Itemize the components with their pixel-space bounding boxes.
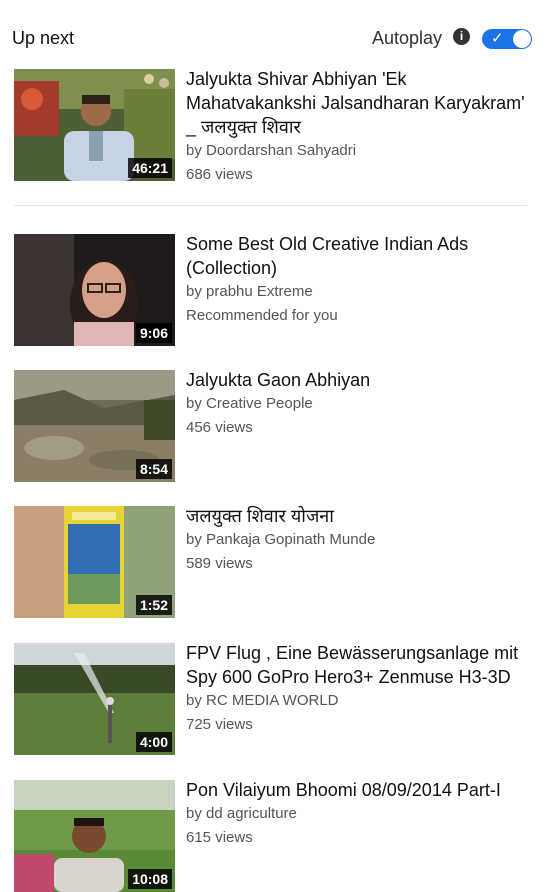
video-title[interactable]: Some Best Old Creative Indian Ads (Colle… <box>186 232 536 280</box>
video-thumbnail[interactable]: 46:21 <box>14 69 175 181</box>
video-channel[interactable]: by prabhu Extreme <box>186 280 536 304</box>
video-views: 456 views <box>186 419 253 436</box>
video-views: 615 views <box>186 829 253 846</box>
video-thumbnail[interactable]: 1:52 <box>14 506 175 618</box>
video-item-1[interactable]: 46:21 Jalyukta Shivar Abhiyan 'Ek Mahatv… <box>14 69 534 183</box>
up-next-header: Up next Autoplay i ✓ <box>0 0 547 70</box>
autoplay-label: Autoplay <box>372 28 443 48</box>
info-icon[interactable]: i <box>453 28 470 45</box>
video-title[interactable]: Jalyukta Gaon Abhiyan <box>186 368 536 392</box>
video-meta: जलयुक्त शिवार योजना by Pankaja Gopinath … <box>186 506 536 576</box>
video-views: 589 views <box>186 555 253 572</box>
up-next-heading: Up next <box>12 28 75 48</box>
video-duration: 1:52 <box>135 595 172 615</box>
autoplay-toggle[interactable]: ✓ <box>482 29 532 49</box>
video-duration: 10:08 <box>128 869 172 889</box>
video-meta: Pon Vilaiyum Bhoomi 08/09/2014 Part-I by… <box>186 780 536 850</box>
video-meta: Jalyukta Gaon Abhiyan by Creative People… <box>186 370 536 440</box>
toggle-knob <box>513 30 531 48</box>
video-meta: Jalyukta Shivar Abhiyan 'Ek Mahatvakanks… <box>186 69 536 187</box>
video-views: Recommended for you <box>186 307 338 324</box>
video-duration: 46:21 <box>128 158 172 178</box>
check-icon: ✓ <box>491 30 504 47</box>
video-thumbnail[interactable]: 8:54 <box>14 370 175 482</box>
video-thumbnail[interactable]: 10:08 <box>14 780 175 892</box>
video-item-2[interactable]: 9:06 Some Best Old Creative Indian Ads (… <box>14 234 534 346</box>
video-channel[interactable]: by Creative People <box>186 392 536 416</box>
video-channel[interactable]: by Pankaja Gopinath Munde <box>186 528 536 552</box>
video-channel[interactable]: by Doordarshan Sahyadri <box>186 139 536 163</box>
video-item-5[interactable]: 4:00 FPV Flug , Eine Bewässerungsanlage … <box>14 643 534 755</box>
video-title[interactable]: जलयुक्त शिवार योजना <box>186 504 536 528</box>
video-item-4[interactable]: 1:52 जलयुक्त शिवार योजना by Pankaja Gopi… <box>14 506 534 618</box>
video-channel[interactable]: by RC MEDIA WORLD <box>186 689 536 713</box>
video-views: 686 views <box>186 166 253 183</box>
video-meta: Some Best Old Creative Indian Ads (Colle… <box>186 234 536 328</box>
video-thumbnail[interactable]: 9:06 <box>14 234 175 346</box>
video-duration: 4:00 <box>135 732 172 752</box>
section-divider <box>14 205 527 206</box>
video-meta: FPV Flug , Eine Bewässerungsanlage mit S… <box>186 643 536 737</box>
video-title[interactable]: Jalyukta Shivar Abhiyan 'Ek Mahatvakanks… <box>186 67 536 139</box>
video-item-6[interactable]: 10:08 Pon Vilaiyum Bhoomi 08/09/2014 Par… <box>14 780 534 892</box>
video-thumbnail[interactable]: 4:00 <box>14 643 175 755</box>
video-duration: 9:06 <box>135 323 172 343</box>
video-title[interactable]: Pon Vilaiyum Bhoomi 08/09/2014 Part-I <box>186 778 536 802</box>
video-title[interactable]: FPV Flug , Eine Bewässerungsanlage mit S… <box>186 641 536 689</box>
video-views: 725 views <box>186 716 253 733</box>
video-item-3[interactable]: 8:54 Jalyukta Gaon Abhiyan by Creative P… <box>14 370 534 482</box>
video-channel[interactable]: by dd agriculture <box>186 802 536 826</box>
video-duration: 8:54 <box>135 459 172 479</box>
